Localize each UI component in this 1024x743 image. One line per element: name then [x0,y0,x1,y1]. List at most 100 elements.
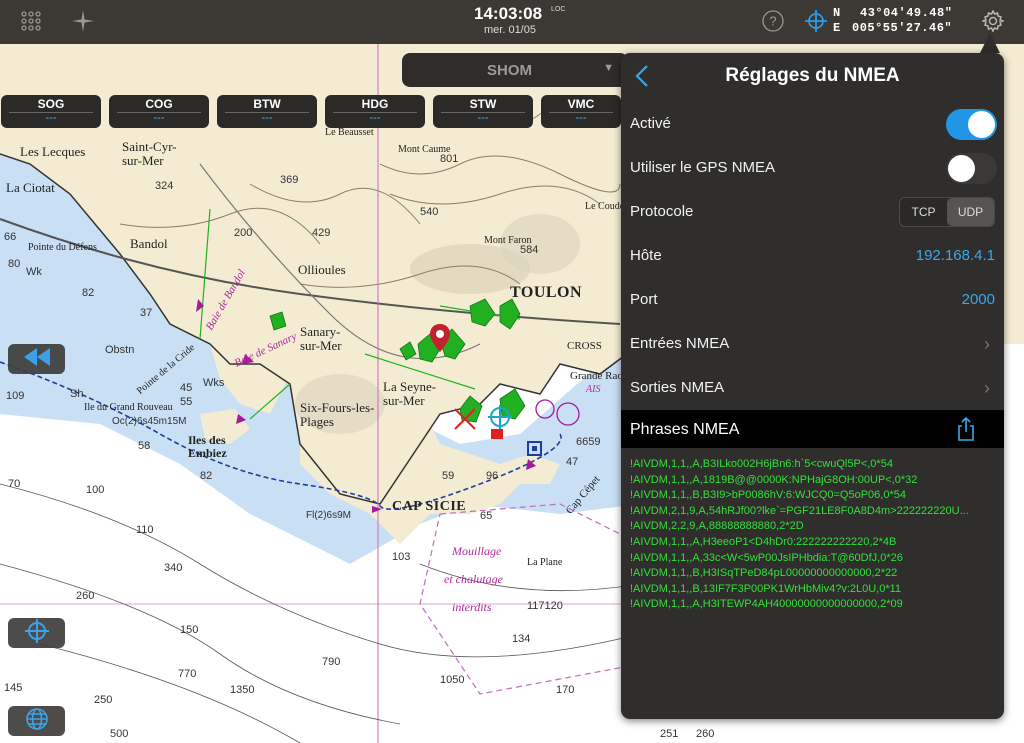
depth-label: 103 [392,551,411,563]
protocol-row: Protocole TCP UDP [621,190,1004,234]
compass-rose-icon[interactable] [70,8,96,34]
rewind-button[interactable] [8,344,65,374]
instrument-value: --- [261,112,273,124]
nmea-sentence: !AIVDM,1,1,,B,13IF7F3P00PK1WrHbMiv4?v:2L… [630,582,902,595]
instrument-vmc[interactable]: VMC --- [541,95,621,128]
depth-label: 1050 [440,674,465,686]
clock-date: mer. 01/05 [484,24,536,36]
depth-label: 260 [76,590,95,602]
depth-label: 82 [82,287,95,299]
divider [117,112,201,113]
nmea-outputs-row[interactable]: Sorties NMEA › [621,366,1004,410]
nmea-settings-popover: Réglages du NMEA Activé Utiliser le GPS … [621,53,1004,719]
use-gps-toggle[interactable] [946,153,997,184]
nmea-sentence: !AIVDM,1,1,,A,1819B@@0000K:NPHajG8OH:00U… [630,473,918,486]
share-icon[interactable] [955,416,977,441]
divider [9,112,93,113]
chart-source-selector[interactable]: SHOM ▼ [402,53,628,87]
depth-label: 65 [480,510,493,522]
protocol-segmented-control: TCP UDP [899,197,995,227]
locate-button[interactable] [8,618,65,648]
gear-icon[interactable] [980,8,1006,34]
depth-label: 80 [8,258,21,270]
depth-label: 117120 [527,600,563,612]
popover-caret [980,33,1000,53]
depth-label: 110 [136,524,154,536]
latitude-hemisphere: N [833,6,841,20]
chart-source-label: SHOM [487,62,532,79]
map-label: Wk [26,266,42,278]
height-label: 429 [312,227,331,239]
instrument-cog[interactable]: COG --- [109,95,209,128]
port-value[interactable]: 2000 [962,291,995,308]
gps-crosshair-icon[interactable] [803,8,829,34]
depth-label: 45 [180,382,193,394]
depth-label: 770 [178,668,197,680]
active-toggle[interactable] [946,109,997,140]
top-bar: 14:03:08 LOC mer. 01/05 ? N 43°04'49.48"… [0,0,1024,44]
depth-label: 55 [180,396,193,408]
map-label: Grande Rade [570,370,628,382]
divider [441,112,525,113]
nmea-sentence: !AIVDM,1,1,,A,B3ILko002H6jBn6:h`5<cwuQl5… [630,458,893,470]
map-label: Saint-Cyr-sur-Mer [122,139,177,168]
toggle-knob [948,155,975,182]
map-label: Le Beausset [325,127,374,138]
map-label: CAP SICIE [392,499,467,514]
nmea-sentence: !AIVDM,1,1,,B,H3ISqTPeD84pL0000000000000… [630,567,898,580]
instrument-btw[interactable]: BTW --- [217,95,317,128]
instrument-hdg[interactable]: HDG --- [325,95,425,128]
map-label: La Seyne-sur-Mer [383,379,437,408]
globe-button[interactable] [8,706,65,736]
host-value[interactable]: 192.168.4.1 [916,247,995,264]
map-label: Iles des Embiez [188,433,227,460]
depth-label: 70 [8,478,21,490]
clock-time: 14:03:08 [474,4,543,23]
protocol-udp-option[interactable]: UDP [947,198,994,226]
height-label: 369 [280,174,299,186]
map-label: CROSS [567,340,602,352]
instrument-value: --- [477,112,489,124]
nmea-outputs-label: Sorties NMEA [630,379,725,396]
active-row: Activé [621,102,1004,146]
map-label: Bandol [130,236,168,251]
depth-label: 66 [4,231,17,243]
map-label: Mouillage [452,544,502,558]
instrument-name: BTW [253,97,281,111]
instrument-name: STW [469,97,497,111]
chevron-right-icon: › [984,378,990,398]
instrument-value: --- [369,112,381,124]
map-pin-icon[interactable] [430,324,450,352]
nmea-sentence-list: !AIVDM,1,1,,A,B3ILko002H6jBn6:h`5<cwuQl5… [630,457,1000,613]
protocol-tcp-option[interactable]: TCP [900,198,947,226]
depth-label: 150 [180,624,199,636]
apps-grid-icon[interactable] [18,8,44,34]
depth-label: 96 [486,470,499,482]
map-label: Six-Fours-les-Plages [300,400,375,429]
port-label: Port [630,291,658,308]
longitude-value: 005°55'27.46" [852,21,953,35]
instrument-sog[interactable]: SOG --- [1,95,101,128]
protocol-label: Protocole [630,203,694,220]
nmea-inputs-row[interactable]: Entrées NMEA › [621,322,1004,366]
map-label: et chalutage [444,572,503,586]
instrument-name: SOG [37,97,65,111]
instrument-name: HDG [361,97,389,111]
help-icon[interactable]: ? [760,8,786,34]
latitude-value: 43°04'49.48" [860,6,953,20]
height-label: 540 [420,206,439,218]
map-label: Sh [70,388,84,400]
locate-icon [24,618,49,648]
port-row[interactable]: Port 2000 [621,278,1004,322]
map-label: AIS [586,384,601,395]
instrument-stw[interactable]: STW --- [433,95,533,128]
clock-timezone: LOC [551,6,566,13]
depth-label: 109 [6,390,25,402]
depth-label: 6659 [576,436,601,448]
host-row[interactable]: Hôte 192.168.4.1 [621,234,1004,278]
nmea-sentence: !AIVDM,2,2,9,A,88888888880,2*2D [630,520,804,533]
nmea-sentence: !AIVDM,1,1,,A,H3eeoP1<D4hDr0:22222222222… [630,535,897,548]
depth-label: 250 [94,694,113,706]
depth-label: 59 [442,470,455,482]
instrument-name: VMC [567,97,595,111]
